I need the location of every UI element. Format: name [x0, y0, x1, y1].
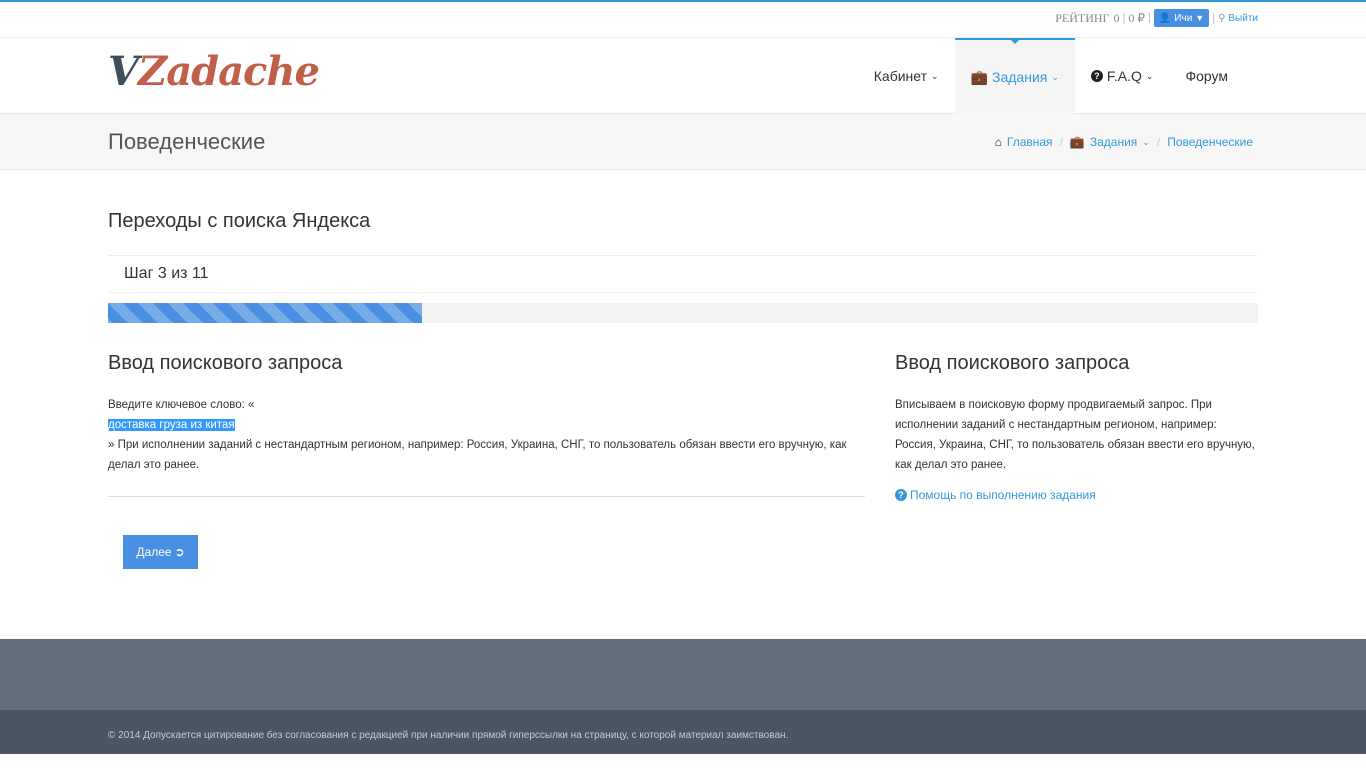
main-nav: Кабинет ⌄ 💼 Задания ⌄ ? F.A.Q ⌄ Форум	[858, 38, 1244, 114]
chevron-down-icon: ⌄	[931, 70, 939, 81]
chevron-down-icon: ⌄	[1145, 70, 1154, 81]
chevron-down-icon: ▼	[1195, 13, 1205, 23]
nav-faq[interactable]: ? F.A.Q ⌄	[1075, 38, 1170, 114]
copyright-bar: © 2014 Допускается цитирование без согла…	[0, 710, 1366, 754]
arrow-circle-right-icon: ➲	[174, 545, 185, 559]
breadcrumb-current[interactable]: Поведенческие	[1167, 135, 1253, 149]
progress-bar	[108, 303, 1258, 323]
key-icon: ⚲	[1218, 12, 1226, 24]
page-title: Поведенческие	[108, 129, 266, 154]
help-text: Вписываем в поисковую форму продвигаемый…	[895, 399, 1255, 471]
divider	[108, 496, 865, 497]
help-panel: Ввод поискового запроса Вписываем в поис…	[895, 352, 1260, 502]
nav-tasks[interactable]: 💼 Задания ⌄	[954, 38, 1075, 114]
nav-cabinet[interactable]: Кабинет ⌄	[858, 38, 955, 114]
home-icon: ⌂	[994, 135, 1002, 149]
step-text: Шаг 3 из 11	[124, 265, 209, 282]
instruction-rest: » При исполнении заданий с нестандартным…	[108, 439, 847, 471]
progress-fill	[108, 303, 422, 323]
next-button[interactable]: Далее ➲	[123, 535, 198, 569]
balance: 0 ₽	[1128, 10, 1145, 25]
logout-link[interactable]: ⚲ Выйти	[1218, 13, 1258, 24]
briefcase-icon: 💼	[1069, 135, 1085, 149]
nav-forum[interactable]: Форум	[1169, 38, 1244, 114]
top-accent-line	[0, 0, 1366, 2]
breadcrumb-bar: Поведенческие ⌂ Главная / 💼 Задания ⌄ / …	[0, 114, 1366, 170]
help-link-label: Помощь по выполнению задания	[910, 488, 1096, 502]
breadcrumb-home[interactable]: Главная	[1007, 135, 1053, 149]
instruction-title: Ввод поискового запроса	[108, 352, 343, 374]
footer	[0, 639, 1366, 710]
nav-tasks-label: Задания	[992, 69, 1048, 85]
instruction-panel: Ввод поискового запроса Введите ключевое…	[108, 352, 865, 497]
instruction-text: Введите ключевое слово: « доставка груза…	[108, 395, 865, 475]
question-circle-icon: ?	[895, 489, 907, 501]
task-title: Переходы с поиска Яндекса	[108, 210, 371, 232]
breadcrumb: ⌂ Главная / 💼 Задания ⌄ / Поведенческие	[994, 135, 1253, 149]
rating-value: 0	[1113, 10, 1120, 25]
chevron-down-icon: ⌄	[1142, 136, 1150, 147]
top-utility-bar: РЕЙТИНГ 0 | 0 ₽ | 👤 Ичи ▼ | ⚲ Выйти	[1055, 8, 1258, 28]
help-title: Ввод поискового запроса	[895, 352, 1130, 374]
rating-label: РЕЙТИНГ	[1055, 10, 1110, 25]
next-button-label: Далее	[136, 545, 172, 559]
nav-forum-label: Форум	[1185, 68, 1228, 84]
user-icon: 👤	[1158, 12, 1172, 24]
copyright-text: © 2014 Допускается цитирование без согла…	[108, 730, 789, 741]
help-link[interactable]: ? Помощь по выполнению задания	[895, 488, 1260, 502]
question-circle-icon: ?	[1090, 70, 1103, 82]
briefcase-icon: 💼	[970, 68, 989, 85]
instruction-intro: Введите ключевое слово: «	[108, 399, 255, 411]
user-name: Ичи	[1174, 12, 1193, 24]
site-header: VZadache Кабинет ⌄ 💼 Задания ⌄ ? F.A.Q ⌄…	[0, 37, 1366, 114]
breadcrumb-tasks[interactable]: Задания	[1090, 135, 1137, 149]
chevron-down-icon: ⌄	[1051, 71, 1059, 82]
nav-cabinet-label: Кабинет	[873, 68, 928, 84]
nav-faq-label: F.A.Q	[1106, 68, 1142, 84]
logout-label: Выйти	[1228, 12, 1258, 24]
user-menu-button[interactable]: 👤 Ичи ▼	[1153, 9, 1210, 27]
site-logo[interactable]: VZadache	[108, 48, 320, 95]
search-keyword[interactable]: доставка груза из китая	[108, 419, 235, 431]
step-indicator: Шаг 3 из 11	[108, 255, 1258, 293]
